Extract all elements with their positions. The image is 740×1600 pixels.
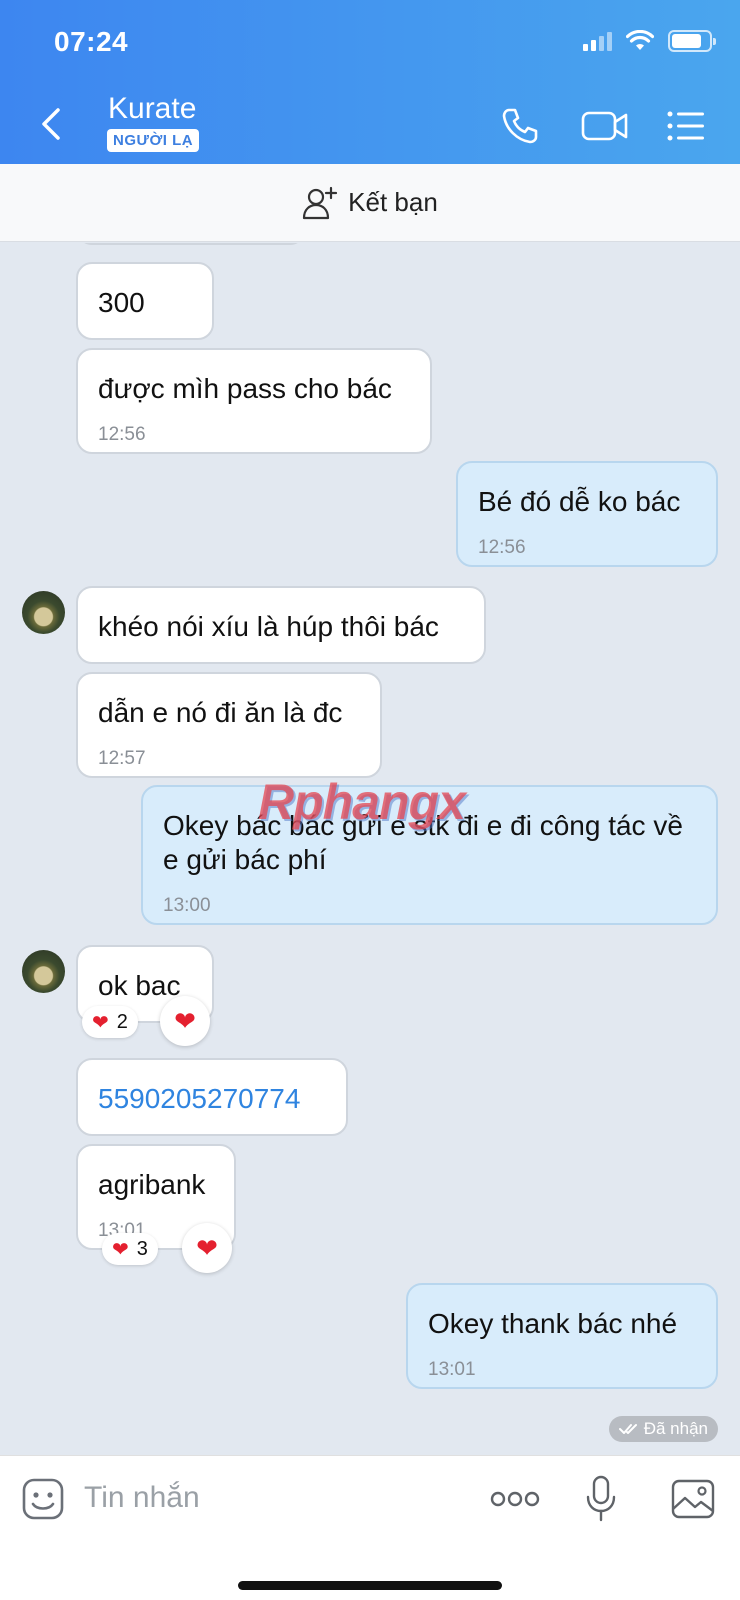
message-bubble[interactable]: dẫn e nó đi ăn là đc 12:57 [76, 672, 382, 778]
message-time: 13:01 [428, 1359, 476, 1380]
voice-record-button[interactable] [576, 1474, 626, 1524]
video-call-button[interactable] [578, 104, 632, 148]
chat-header: 07:24 Kurate NGƯỜI LẠ [0, 0, 740, 164]
reaction-summary[interactable]: ❤ 2 [82, 1006, 138, 1038]
double-check-icon [618, 1424, 637, 1434]
battery-icon [668, 30, 716, 52]
message-list[interactable]: 300 được mìh pass cho bác 12:56 Bé đó dễ… [0, 243, 740, 1455]
microphone-icon [586, 1475, 616, 1522]
back-button[interactable] [36, 104, 66, 144]
more-dots-icon [490, 1491, 540, 1507]
message-time: 13:00 [163, 895, 211, 916]
reaction-summary[interactable]: ❤ 3 [102, 1233, 158, 1265]
stranger-badge: NGƯỜI LẠ [107, 129, 200, 152]
image-icon [671, 1479, 715, 1519]
status-time: 07:24 [54, 26, 129, 57]
message-text: Okey bác bác gửi e stk đi e đi công tác … [163, 810, 683, 875]
message-bubble[interactable]: Okey thank bác nhé 13:01 [406, 1283, 718, 1389]
delivery-status: Đã nhận [608, 1416, 718, 1442]
message-text: ok bac [98, 970, 181, 1001]
message-time: 12:56 [478, 537, 526, 558]
reaction-count: 2 [116, 1010, 128, 1033]
add-friend-label: Kết bạn [348, 187, 438, 217]
heart-icon: ❤ [174, 1005, 196, 1036]
menu-button[interactable] [662, 104, 710, 148]
account-number-link[interactable]: 5590205270774 [98, 1083, 300, 1114]
sticker-icon [22, 1478, 64, 1520]
contact-avatar[interactable] [22, 950, 65, 993]
contact-name[interactable]: Kurate [108, 92, 196, 126]
chevron-left-icon [42, 108, 60, 140]
message-text: Bé đó dễ ko bác [478, 486, 681, 517]
react-button[interactable]: ❤ [160, 996, 210, 1046]
delivery-status-label: Đã nhận [643, 1419, 708, 1438]
home-indicator[interactable] [238, 1581, 502, 1590]
gallery-button[interactable] [668, 1474, 718, 1524]
wifi-icon [626, 30, 654, 50]
message-text: agribank [98, 1169, 206, 1200]
message-input[interactable]: Tin nhắn [84, 1476, 464, 1520]
list-menu-icon [667, 111, 704, 141]
react-button[interactable]: ❤ [182, 1223, 232, 1273]
message-bubble[interactable]: được mìh pass cho bác 12:56 [76, 348, 432, 454]
message-bubble[interactable]: 5590205270774 [76, 1058, 348, 1136]
message-text: Okey thank bác nhé [428, 1308, 678, 1339]
message-bubble[interactable]: khéo nói xíu là húp thôi bác [76, 586, 486, 664]
phone-icon [502, 108, 538, 144]
message-bubble[interactable]: 300 [76, 262, 214, 340]
message-time: 12:57 [98, 748, 146, 769]
message-text: được mìh pass cho bác [98, 373, 392, 404]
contact-avatar[interactable] [22, 591, 65, 634]
message-bubble-partial[interactable] [76, 243, 306, 245]
emoji-button[interactable] [18, 1474, 68, 1524]
heart-icon: ❤ [112, 1238, 129, 1261]
message-text: 300 [98, 287, 145, 318]
more-options-button[interactable] [488, 1474, 542, 1524]
status-icons [583, 30, 716, 52]
add-user-icon [303, 186, 338, 219]
reaction-count: 3 [136, 1237, 148, 1260]
message-text: dẫn e nó đi ăn là đc [98, 697, 343, 728]
voice-call-button[interactable] [496, 104, 544, 148]
heart-icon: ❤ [92, 1011, 109, 1034]
message-text: khéo nói xíu là húp thôi bác [98, 611, 439, 642]
message-bubble[interactable]: Okey bác bác gửi e stk đi e đi công tác … [141, 785, 718, 925]
video-camera-icon [581, 111, 628, 141]
cellular-signal-icon [583, 31, 612, 51]
composer: Tin nhắn [0, 1455, 740, 1600]
heart-icon: ❤ [196, 1232, 218, 1263]
message-bubble[interactable]: Bé đó dễ ko bác 12:56 [456, 461, 718, 567]
message-time: 12:56 [98, 424, 146, 445]
add-friend-button[interactable]: Kết bạn [0, 164, 740, 242]
